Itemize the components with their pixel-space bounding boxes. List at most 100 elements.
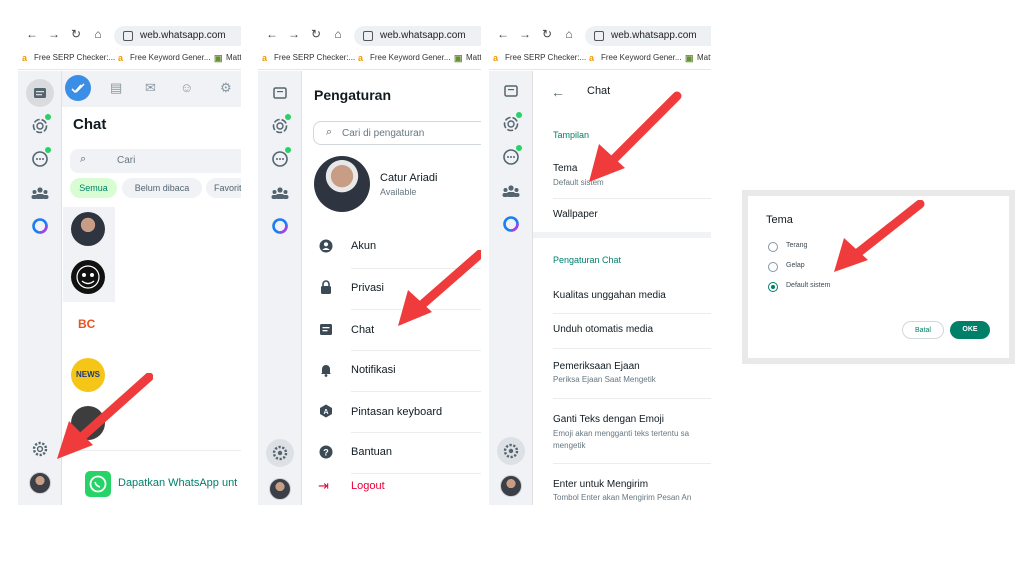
setting-wallpaper[interactable]: Wallpaper	[533, 200, 711, 234]
menu-item-help[interactable]: ? Bantuan	[302, 433, 481, 473]
theme-option-system[interactable]: Default sistem	[766, 280, 886, 294]
back-arrow-icon[interactable]: ←	[551, 84, 565, 100]
add-contact-icon[interactable]: ☺	[180, 80, 193, 95]
back-icon[interactable]: ←	[264, 26, 280, 42]
chat-avatar-3[interactable]: BC	[71, 308, 105, 342]
home-icon[interactable]: ⌂	[90, 26, 106, 42]
settings-search-input[interactable]: ⌕ Cari di pengaturan	[313, 121, 481, 145]
communities-icon[interactable]	[270, 183, 290, 203]
forward-icon[interactable]: →	[286, 26, 302, 42]
menu-item-logout[interactable]: ⇥ Logout	[302, 474, 481, 504]
gear-icon	[272, 445, 288, 461]
options-icon[interactable]: ⚙	[220, 80, 232, 96]
bookmark-matt[interactable]: ▣Matt	[214, 53, 241, 63]
back-icon[interactable]: ←	[24, 26, 40, 42]
chats-icon[interactable]	[270, 83, 290, 103]
reload-icon[interactable]: ↻	[539, 26, 555, 42]
bookmark-matt[interactable]: ▣Matt	[685, 53, 711, 63]
meta-ai-icon[interactable]	[270, 216, 290, 236]
bookmark-keyword[interactable]: a Free Keyword Gener...	[589, 53, 681, 63]
search-input[interactable]: ⌕ Cari	[70, 149, 241, 173]
logout-icon: ⇥	[318, 478, 329, 493]
address-bar[interactable]: web.whatsapp.com	[354, 26, 481, 46]
profile-status: Available	[380, 187, 417, 197]
home-icon[interactable]: ⌂	[561, 26, 577, 42]
new-chat-button[interactable]	[65, 75, 91, 101]
chat-avatar-2[interactable]	[71, 260, 105, 294]
setting-auto-download[interactable]: Unduh otomatis media	[533, 315, 711, 347]
meta-ai-icon[interactable]	[30, 216, 50, 236]
menu-item-notifications[interactable]: Notifikasi	[302, 351, 481, 391]
address-bar[interactable]: web.whatsapp.com	[585, 26, 711, 46]
bell-icon	[321, 365, 331, 377]
profile-name: Catur Ariadi	[380, 172, 438, 184]
cancel-button[interactable]: Batal	[902, 321, 944, 339]
setting-label: Enter untuk Mengirim	[553, 479, 649, 490]
menu-label: Akun	[351, 240, 377, 252]
setting-description: Tombol Enter akan Mengirim Pesan An	[553, 493, 692, 502]
filter-unread-chip[interactable]: Belum dibaca	[122, 178, 202, 198]
setting-label: Ganti Teks dengan Emoji	[553, 414, 664, 425]
promo-link[interactable]: Dapatkan WhatsApp unt	[118, 477, 237, 489]
message-icon[interactable]: ▤	[110, 80, 122, 96]
forward-icon[interactable]: →	[517, 26, 533, 42]
site-info-icon[interactable]	[123, 31, 133, 41]
reload-icon[interactable]: ↻	[68, 26, 84, 42]
pointer-arrow-3	[589, 91, 682, 182]
communities-icon[interactable]	[501, 181, 521, 201]
chats-tab-active[interactable]	[26, 79, 54, 107]
divider	[553, 198, 711, 199]
bookmarks-bar: a Free SERP Checker:... a Free Keyword Gen…	[18, 51, 241, 65]
channels-dot	[45, 147, 51, 153]
setting-enter-send[interactable]: Enter untuk Mengirim Tombol Enter akan M…	[533, 473, 711, 505]
checkmarks-icon	[71, 83, 85, 94]
radio-button-selected[interactable]	[768, 282, 778, 292]
setting-description-cont: mengetik	[553, 441, 586, 450]
setting-emoji-replace[interactable]: Ganti Teks dengan Emoji Emoji akan mengg…	[533, 408, 711, 458]
section-gap	[533, 232, 711, 238]
panel-chat-settings: ← → ↻ ⌂ web.whatsapp.com a Free SERP Chec…	[489, 18, 711, 505]
radio-button[interactable]	[768, 262, 778, 272]
radio-button[interactable]	[768, 242, 778, 252]
menu-item-shortcuts[interactable]: A Pintasan keyboard	[302, 392, 481, 432]
home-icon[interactable]: ⌂	[330, 26, 346, 42]
filter-favorites-chip[interactable]: Favorit	[206, 178, 241, 198]
bookmark-site-icon: ▣	[454, 53, 463, 63]
ok-button[interactable]: OKE	[950, 321, 990, 339]
menu-label: Logout	[351, 480, 385, 492]
filter-all-chip[interactable]: Semua	[70, 178, 117, 198]
ahrefs-icon: a	[589, 53, 595, 63]
communities-icon[interactable]	[30, 183, 50, 203]
settings-button-active[interactable]	[497, 437, 525, 465]
profile-avatar[interactable]	[500, 475, 522, 497]
reload-icon[interactable]: ↻	[308, 26, 324, 42]
settings-button[interactable]	[26, 435, 54, 463]
tutorial-composite: ← → ↻ ⌂ web.whatsapp.com a Free SERP Chec…	[0, 0, 1024, 576]
bookmark-keyword[interactable]: a Free Keyword Gener...	[118, 53, 210, 63]
meta-ai-icon[interactable]	[501, 214, 521, 234]
channels-dot	[285, 147, 291, 153]
browser-chrome: ← → ↻ ⌂ web.whatsapp.com a Free SERP Chec…	[18, 18, 241, 70]
settings-button-active[interactable]	[266, 439, 294, 467]
setting-spell-check[interactable]: Pemeriksaan Ejaan Periksa Ejaan Saat Men…	[533, 355, 711, 395]
bookmark-serp[interactable]: a Free SERP Checker:...	[262, 53, 355, 63]
bookmark-serp[interactable]: a Free SERP Checker:...	[22, 53, 115, 63]
bookmark-serp[interactable]: a Free SERP Checker:...	[493, 53, 586, 63]
address-bar[interactable]: web.whatsapp.com	[114, 26, 241, 46]
setting-media-quality[interactable]: Kualitas unggahan media	[533, 280, 711, 312]
chats-icon[interactable]	[501, 81, 521, 101]
ahrefs-icon: a	[358, 53, 364, 63]
bookmark-matt[interactable]: ▣Matt	[454, 53, 481, 63]
profile-avatar[interactable]	[29, 472, 51, 494]
profile-photo[interactable]	[314, 156, 370, 212]
megaphone-icon[interactable]: ✉	[145, 80, 156, 96]
back-icon[interactable]: ←	[495, 26, 511, 42]
profile-avatar[interactable]	[269, 478, 291, 500]
forward-icon[interactable]: →	[46, 26, 62, 42]
gear-icon	[32, 441, 48, 457]
chat-avatar-1[interactable]	[71, 212, 105, 246]
site-info-icon[interactable]	[594, 31, 604, 41]
site-info-icon[interactable]	[363, 31, 373, 41]
bookmark-keyword[interactable]: a Free Keyword Gener...	[358, 53, 450, 63]
brand-logo-icon: BC	[78, 317, 96, 331]
